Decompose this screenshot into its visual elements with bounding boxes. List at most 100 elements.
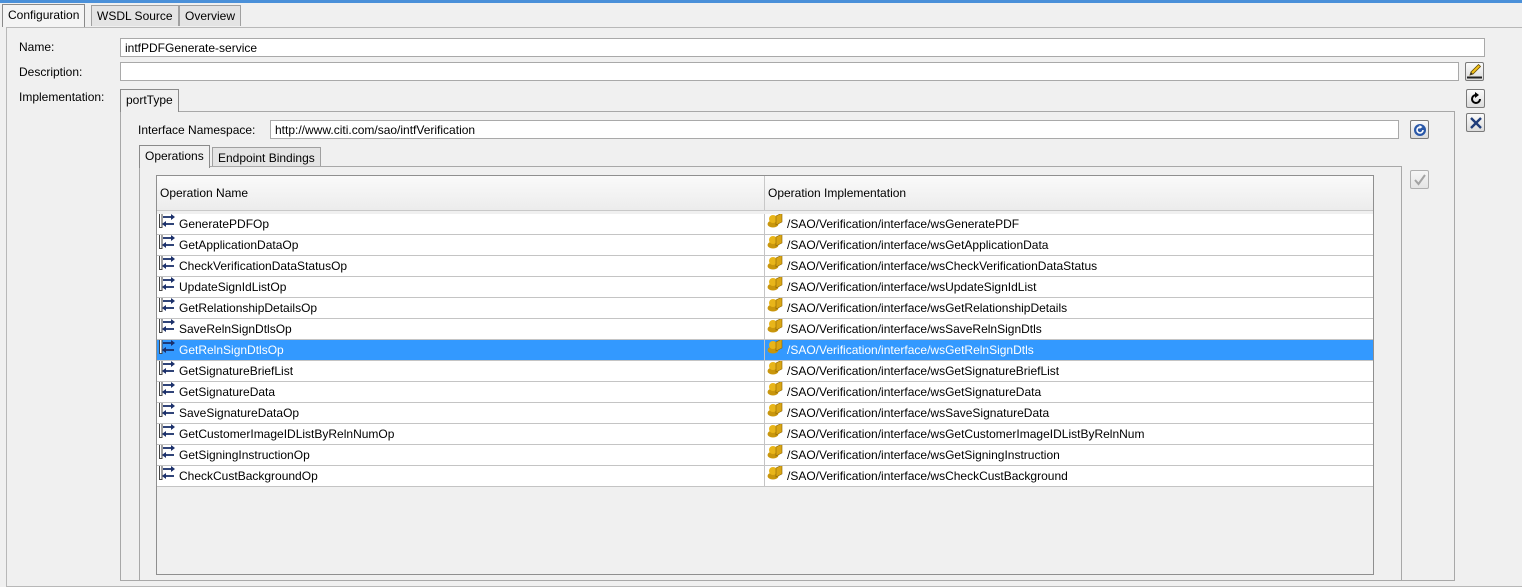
operation-implementation-cell[interactable]: /SAO/Verification/interface/wsGetSignatu… (765, 361, 1373, 381)
name-input[interactable] (120, 38, 1485, 57)
close-icon (1469, 116, 1483, 130)
operation-implementation-cell[interactable]: /SAO/Verification/interface/wsCheckCustB… (765, 466, 1373, 486)
service-icon (767, 361, 783, 381)
operation-implementation: /SAO/Verification/interface/wsCheckCustB… (787, 469, 1068, 483)
operation-implementation-cell[interactable]: /SAO/Verification/interface/wsGetRelatio… (765, 298, 1373, 318)
table-row[interactable]: GetRelationshipDetailsOp /SAO/Verificati… (157, 298, 1373, 319)
operation-name-cell[interactable]: SaveRelnSignDtlsOp (157, 319, 765, 339)
operation-name: UpdateSignIdListOp (179, 280, 287, 294)
operation-implementation-cell[interactable]: /SAO/Verification/interface/wsGetApplica… (765, 235, 1373, 255)
checkmark-icon (1413, 173, 1427, 187)
tab-configuration[interactable]: Configuration (2, 4, 86, 27)
service-icon (767, 340, 783, 360)
operation-arrows-icon (159, 235, 175, 255)
operation-name-cell[interactable]: GetSignatureBriefList (157, 361, 765, 381)
table-row[interactable]: GetCustomerImageIDListByRelnNumOp /SAO/V… (157, 424, 1373, 445)
operation-name-cell[interactable]: CheckCustBackgroundOp (157, 466, 765, 486)
operation-arrows-icon (159, 424, 175, 444)
operation-implementation-cell[interactable]: /SAO/Verification/interface/wsSaveRelnSi… (765, 319, 1373, 339)
operation-implementation-cell[interactable]: /SAO/Verification/interface/wsSaveSignat… (765, 403, 1373, 423)
service-icon (767, 214, 783, 234)
remove-implementation-button[interactable] (1466, 113, 1485, 132)
operation-implementation: /SAO/Verification/interface/wsGetCustome… (787, 427, 1145, 441)
table-row[interactable]: SaveRelnSignDtlsOp /SAO/Verification/int… (157, 319, 1373, 340)
operation-implementation-cell[interactable]: /SAO/Verification/interface/wsGetRelnSig… (765, 340, 1373, 360)
refresh-circle-icon (1413, 123, 1427, 137)
table-row[interactable]: GetSignatureBriefList /SAO/Verification/… (157, 361, 1373, 382)
operation-name-cell[interactable]: GetCustomerImageIDListByRelnNumOp (157, 424, 765, 444)
operation-arrows-icon (159, 466, 175, 486)
refresh-namespace-button[interactable] (1410, 120, 1429, 139)
description-input[interactable] (120, 62, 1459, 81)
column-header-operation-implementation[interactable]: Operation Implementation (765, 176, 1373, 211)
operation-name-cell[interactable]: GetRelnSignDtlsOp (157, 340, 765, 360)
operation-name-cell[interactable]: GetSignatureData (157, 382, 765, 402)
interface-namespace-label: Interface Namespace: (138, 123, 256, 137)
operation-name: GetApplicationDataOp (179, 238, 299, 252)
operation-name: GetRelnSignDtlsOp (179, 343, 284, 357)
window-top-accent (0, 0, 1522, 3)
table-row[interactable]: SaveSignatureDataOp /SAO/Verification/in… (157, 403, 1373, 424)
tab-operations[interactable]: Operations (139, 145, 210, 168)
service-icon (767, 319, 783, 339)
operation-name: GetSigningInstructionOp (179, 448, 310, 462)
refresh-icon (1469, 91, 1483, 106)
operation-name-cell[interactable]: GetApplicationDataOp (157, 235, 765, 255)
service-icon (767, 298, 783, 318)
service-icon (767, 445, 783, 465)
refresh-implementation-button[interactable] (1466, 89, 1485, 108)
operation-arrows-icon (159, 298, 175, 318)
table-row[interactable]: CheckVerificationDataStatusOp /SAO/Verif… (157, 256, 1373, 277)
column-header-operation-name[interactable]: Operation Name (157, 176, 765, 211)
operation-name: GetSignatureData (179, 385, 276, 399)
tab-porttype[interactable]: portType (120, 89, 179, 112)
operation-name: GeneratePDFOp (179, 217, 270, 231)
operation-implementation: /SAO/Verification/interface/wsSaveSignat… (787, 406, 1050, 420)
edit-description-button[interactable] (1465, 62, 1484, 81)
operations-table: Operation Name Operation Implementation … (156, 175, 1374, 575)
interface-namespace-input[interactable] (270, 120, 1399, 139)
tab-wsdl-source[interactable]: WSDL Source (91, 5, 179, 26)
operation-name: CheckVerificationDataStatusOp (179, 259, 348, 273)
operation-implementation-cell[interactable]: /SAO/Verification/interface/wsCheckVerif… (765, 256, 1373, 276)
operation-name-cell[interactable]: SaveSignatureDataOp (157, 403, 765, 423)
table-row[interactable]: GetSignatureData /SAO/Verification/inter… (157, 382, 1373, 403)
operation-name-cell[interactable]: GeneratePDFOp (157, 214, 765, 234)
operation-name-cell[interactable]: CheckVerificationDataStatusOp (157, 256, 765, 276)
operation-name: GetRelationshipDetailsOp (179, 301, 318, 315)
operation-implementation-cell[interactable]: /SAO/Verification/interface/wsGetSignatu… (765, 382, 1373, 402)
operation-name: CheckCustBackgroundOp (179, 469, 318, 483)
operation-implementation-cell[interactable]: /SAO/Verification/interface/wsGeneratePD… (765, 214, 1373, 234)
operation-arrows-icon (159, 277, 175, 297)
operation-implementation-cell[interactable]: /SAO/Verification/interface/wsGetSigning… (765, 445, 1373, 465)
operation-arrows-icon (159, 340, 175, 360)
operation-arrows-icon (159, 403, 175, 423)
validate-button[interactable] (1410, 170, 1429, 189)
table-row[interactable]: GeneratePDFOp /SAO/Verification/interfac… (157, 214, 1373, 235)
operation-name: SaveRelnSignDtlsOp (179, 322, 292, 336)
implementation-label: Implementation: (19, 90, 105, 104)
service-icon (767, 235, 783, 255)
operation-name: SaveSignatureDataOp (179, 406, 300, 420)
operation-implementation: /SAO/Verification/interface/wsCheckVerif… (787, 259, 1098, 273)
tab-overview[interactable]: Overview (179, 5, 242, 26)
operation-implementation: /SAO/Verification/interface/wsGetRelatio… (787, 301, 1068, 315)
table-row[interactable]: CheckCustBackgroundOp /SAO/Verification/… (157, 466, 1373, 487)
operation-name-cell[interactable]: GetRelationshipDetailsOp (157, 298, 765, 318)
operation-name-cell[interactable]: UpdateSignIdListOp (157, 277, 765, 297)
operation-implementation-cell[interactable]: /SAO/Verification/interface/wsGetCustome… (765, 424, 1373, 444)
service-icon (767, 466, 783, 486)
operation-implementation: /SAO/Verification/interface/wsGetSignatu… (787, 385, 1042, 399)
operation-name: GetCustomerImageIDListByRelnNumOp (179, 427, 395, 441)
table-row[interactable]: GetApplicationDataOp /SAO/Verification/i… (157, 235, 1373, 256)
table-row[interactable]: GetRelnSignDtlsOp /SAO/Verification/inte… (157, 340, 1373, 361)
pencil-icon (1467, 64, 1482, 79)
operation-name-cell[interactable]: GetSigningInstructionOp (157, 445, 765, 465)
tab-endpoint-bindings[interactable]: Endpoint Bindings (212, 147, 321, 167)
operation-arrows-icon (159, 214, 175, 234)
operation-implementation: /SAO/Verification/interface/wsUpdateSign… (787, 280, 1037, 294)
operation-implementation-cell[interactable]: /SAO/Verification/interface/wsUpdateSign… (765, 277, 1373, 297)
operation-implementation: /SAO/Verification/interface/wsGetApplica… (787, 238, 1049, 252)
table-row[interactable]: GetSigningInstructionOp /SAO/Verificatio… (157, 445, 1373, 466)
table-row[interactable]: UpdateSignIdListOp /SAO/Verification/int… (157, 277, 1373, 298)
